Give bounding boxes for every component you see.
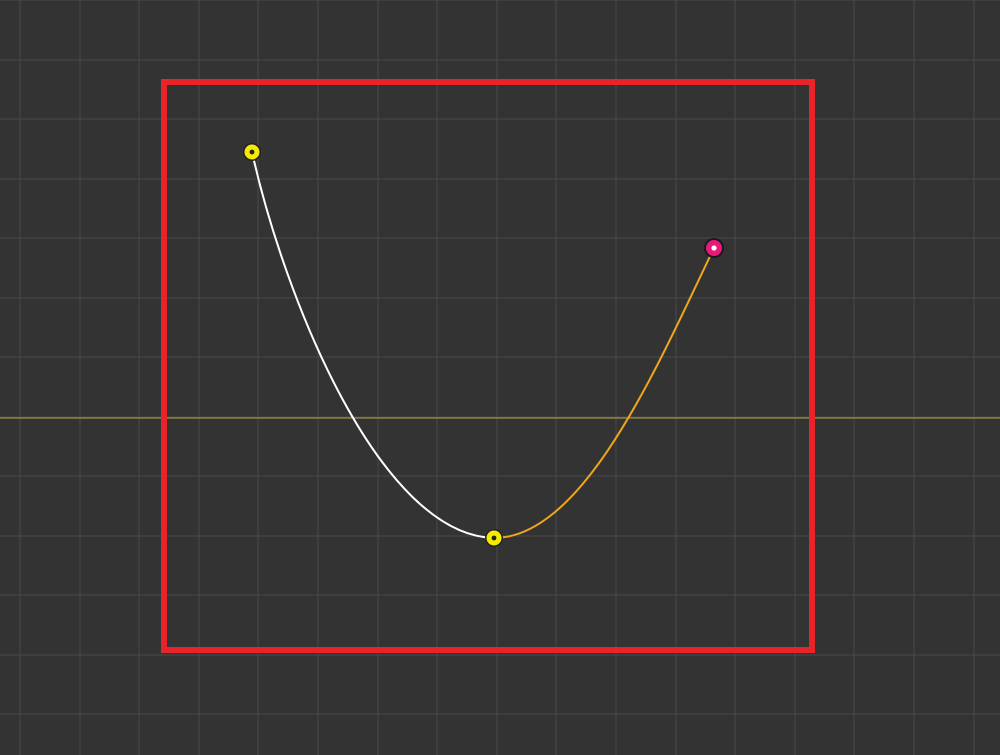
canvas-background (0, 0, 1000, 755)
keyframe-end-dot (711, 245, 717, 251)
keyframe-start[interactable] (243, 143, 261, 161)
graph-editor-canvas[interactable] (0, 0, 1000, 755)
keyframe-middle[interactable] (485, 529, 503, 547)
keyframe-end[interactable] (704, 238, 724, 258)
keyframe-middle-dot (491, 535, 497, 541)
keyframe-start-dot (249, 149, 255, 155)
